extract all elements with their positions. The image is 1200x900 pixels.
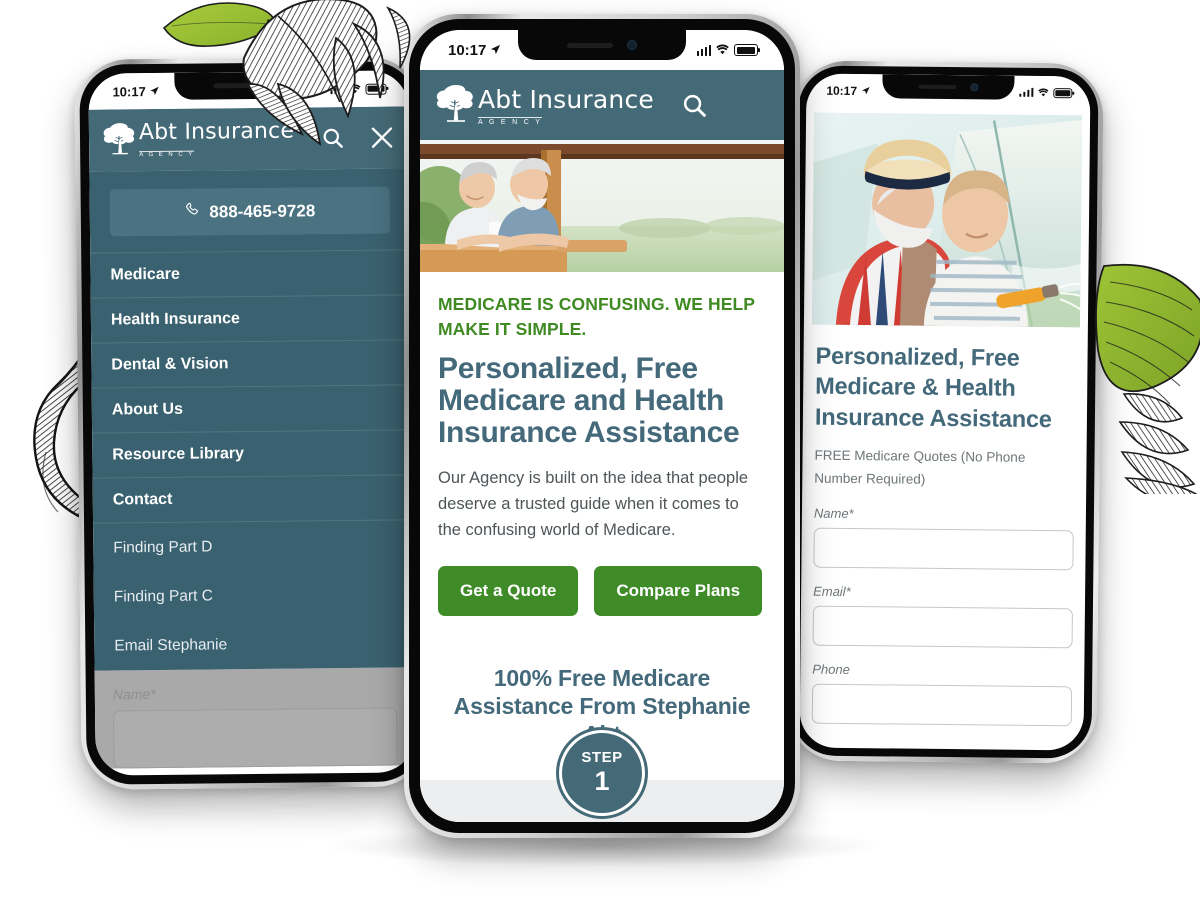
hamburger-menu-icon[interactable] xyxy=(738,96,766,115)
center-logo[interactable]: Abt Insurance A G E N C Y xyxy=(434,83,681,128)
menu-item-resource-library[interactable]: Resource Library xyxy=(92,429,413,478)
center-hero-content: MEDICARE IS CONFUSING. WE HELP MAKE IT S… xyxy=(420,272,784,748)
dimmed-field-label: Name* xyxy=(112,686,156,703)
status-time: 10:17 xyxy=(448,41,487,59)
right-phone-screen: 10:17 Personalized, Free Medicare & Heal… xyxy=(799,73,1091,751)
left-logo[interactable]: Abt Insurance A G E N C Y xyxy=(101,118,321,160)
name-field-label: Name* xyxy=(813,506,854,522)
front-camera-icon xyxy=(970,83,979,92)
name-input[interactable] xyxy=(813,528,1074,571)
step-word: STEP xyxy=(581,749,623,767)
composition-canvas: 10:17 Abt Insurance A G E N C Y 888-465-… xyxy=(0,0,1200,900)
front-camera-icon xyxy=(273,80,284,91)
earpiece-speaker-icon xyxy=(567,42,613,48)
right-page-subtext: FREE Medicare Quotes (No Phone Number Re… xyxy=(814,447,1026,487)
phone-number: 888-465-9728 xyxy=(209,200,316,221)
page-title: Personalized, Free Medicare and Health I… xyxy=(438,351,740,449)
center-phone-mockup: 10:17 Abt Insurance A G E N C Y MEDICARE… xyxy=(404,14,800,838)
center-site-header: Abt Insurance A G E N C Y xyxy=(420,70,784,140)
secondary-menu-list: Finding Part D Finding Part C Email Step… xyxy=(93,520,415,670)
menu-item-label: Health Insurance xyxy=(110,310,240,329)
left-phone-bezel: 10:17 Abt Insurance A G E N C Y 888-465-… xyxy=(79,61,425,785)
location-arrow-icon xyxy=(861,84,870,98)
menu-item-finding-part-d[interactable]: Finding Part D xyxy=(93,520,413,572)
menu-item-label: Finding Part C xyxy=(113,586,213,605)
cellular-signal-icon xyxy=(1018,87,1034,97)
wifi-icon xyxy=(1037,85,1049,99)
menu-item-label: Resource Library xyxy=(112,445,245,464)
menu-item-email-stephanie[interactable]: Email Stephanie xyxy=(94,618,414,670)
status-time: 10:17 xyxy=(826,83,858,98)
logo-name: Abt Insurance xyxy=(138,118,295,145)
menu-item-contact[interactable]: Contact xyxy=(92,474,414,523)
cta-row: Get a Quote Compare Plans xyxy=(438,565,766,616)
right-page-headline: Personalized, Free Medicare & Health Ins… xyxy=(814,342,1052,432)
left-phone-screen: 10:17 Abt Insurance A G E N C Y 888-465-… xyxy=(88,70,416,776)
mobile-menu-panel: 888-465-9728 Medicare Health Insurance D… xyxy=(89,168,415,671)
status-time: 10:17 xyxy=(112,83,146,99)
get-a-quote-button[interactable]: Get a Quote xyxy=(438,565,579,616)
right-phone-notch xyxy=(882,74,1015,100)
location-arrow-icon xyxy=(490,42,501,59)
center-phone-bezel: 10:17 Abt Insurance A G E N C Y MEDICARE… xyxy=(409,19,795,833)
battery-icon xyxy=(734,44,758,56)
right-hero-image xyxy=(811,112,1083,328)
primary-menu-list: Medicare Health Insurance Dental & Visio… xyxy=(90,249,414,523)
email-input[interactable] xyxy=(812,606,1073,649)
center-phone-notch xyxy=(518,30,686,60)
logo-subtitle: A G E N C Y xyxy=(139,150,195,158)
botanical-leaf-illustration-right xyxy=(1094,262,1200,504)
location-arrow-icon xyxy=(150,83,160,98)
right-content: Personalized, Free Medicare & Health Ins… xyxy=(808,325,1080,727)
intro-paragraph: Our Agency is built on the idea that peo… xyxy=(438,468,749,539)
logo-subtitle: A G E N C Y xyxy=(478,116,543,126)
menu-item-label: Finding Part D xyxy=(113,537,213,556)
step-number: 1 xyxy=(594,766,610,797)
menu-item-health-insurance[interactable]: Health Insurance xyxy=(90,294,412,343)
dimmed-name-input xyxy=(113,707,398,769)
dimmed-underlying-page: Name* xyxy=(94,667,416,769)
menu-item-label: Medicare xyxy=(110,265,180,284)
phone-input[interactable] xyxy=(811,683,1073,727)
menu-item-finding-part-c[interactable]: Finding Part C xyxy=(94,569,414,621)
menu-item-label: About Us xyxy=(111,400,184,419)
step-badge: STEP 1 xyxy=(559,730,645,816)
menu-item-dental-vision[interactable]: Dental & Vision xyxy=(91,339,412,388)
left-site-header: Abt Insurance A G E N C Y xyxy=(88,106,410,172)
compare-plans-button[interactable]: Compare Plans xyxy=(594,565,763,616)
search-icon[interactable] xyxy=(681,92,708,119)
earpiece-speaker-icon xyxy=(213,82,260,89)
tree-logo-icon xyxy=(101,121,139,160)
eyebrow-text: MEDICARE IS CONFUSING. WE HELP MAKE IT S… xyxy=(438,294,755,339)
tree-logo-icon xyxy=(434,83,478,128)
close-icon[interactable] xyxy=(369,124,395,150)
menu-item-label: Email Stephanie xyxy=(114,635,228,654)
center-hero-image xyxy=(420,140,784,272)
menu-item-medicare[interactable]: Medicare xyxy=(90,249,411,298)
quote-form: Name* Email* Phone xyxy=(811,506,1074,727)
front-camera-icon xyxy=(627,40,637,50)
phone-field-label: Phone xyxy=(812,661,850,678)
right-page-body: Personalized, Free Medicare & Health Ins… xyxy=(800,107,1090,727)
left-phone-mockup: 10:17 Abt Insurance A G E N C Y 888-465-… xyxy=(74,56,430,790)
battery-icon xyxy=(1053,87,1073,98)
menu-item-label: Contact xyxy=(112,490,173,509)
menu-item-label: Dental & Vision xyxy=(111,355,229,374)
wifi-icon xyxy=(348,81,361,96)
earpiece-speaker-icon xyxy=(918,84,957,90)
phone-icon xyxy=(184,202,200,223)
call-phone-button[interactable]: 888-465-9728 xyxy=(109,186,391,237)
cellular-signal-icon xyxy=(696,44,711,56)
wifi-icon xyxy=(715,42,730,59)
logo-name: Abt Insurance xyxy=(478,84,654,114)
email-field-label: Email* xyxy=(813,584,851,600)
cellular-signal-icon xyxy=(330,84,345,95)
right-phone-mockup: 10:17 Personalized, Free Medicare & Heal… xyxy=(786,60,1104,764)
search-icon[interactable] xyxy=(321,126,345,150)
center-phone-screen: 10:17 Abt Insurance A G E N C Y MEDICARE… xyxy=(420,30,784,822)
left-phone-notch xyxy=(174,71,323,100)
menu-item-about-us[interactable]: About Us xyxy=(91,384,413,433)
right-phone-bezel: 10:17 Personalized, Free Medicare & Heal… xyxy=(791,65,1099,759)
battery-icon xyxy=(365,83,387,95)
